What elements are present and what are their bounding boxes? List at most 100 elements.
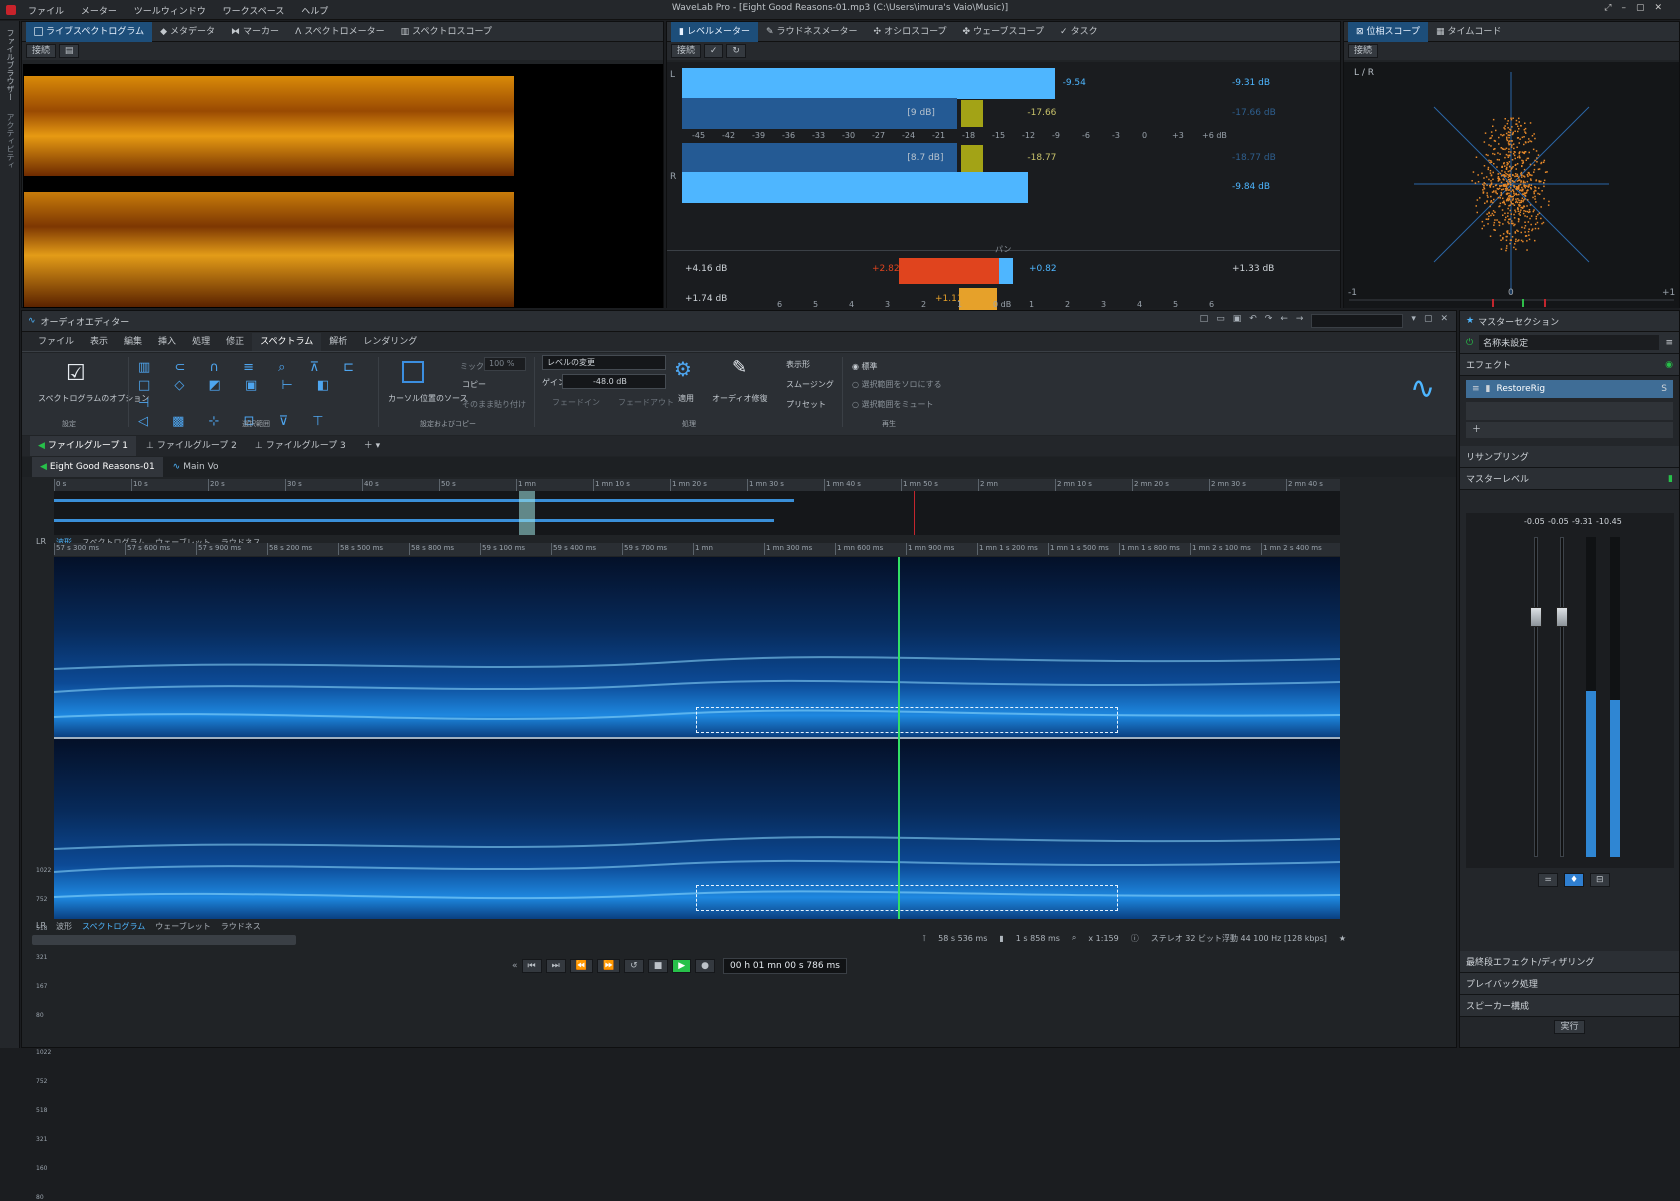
ribbon-tab[interactable]: 解析	[321, 333, 355, 351]
tab-loudness-meter[interactable]: ✎ ラウドネスメーター	[758, 22, 866, 42]
gear-icon[interactable]: ⚙	[674, 357, 692, 381]
star-icon[interactable]: ★	[1339, 934, 1346, 943]
power-icon[interactable]: ⏻	[1466, 338, 1473, 348]
checkmark-large-icon[interactable]: ☑	[66, 361, 86, 386]
minimize-icon[interactable]: –	[1621, 3, 1636, 13]
playback-cursor[interactable]	[898, 557, 900, 919]
ribbon-tab[interactable]: 修正	[218, 333, 252, 351]
speaker-config-row[interactable]: スピーカー構成	[1460, 995, 1679, 1017]
rewind-icon[interactable]: ⏪	[569, 959, 593, 973]
view-tab[interactable]: LR	[36, 537, 46, 549]
master-fader-knob[interactable]	[1530, 607, 1542, 628]
plugin-slot-2[interactable]	[1466, 402, 1673, 420]
fade-in-button[interactable]: フェードイン	[552, 397, 600, 408]
add-group-button[interactable]: ＋ ▾	[356, 436, 388, 456]
master-fader-knob[interactable]	[1556, 607, 1568, 628]
connect-button[interactable]: 接続	[671, 44, 702, 58]
plugin-slot-1[interactable]: ≡ ▮ RestoreRig S	[1466, 380, 1673, 398]
undo-icon[interactable]: ↶	[1249, 314, 1257, 328]
audio-repair-button[interactable]: オーディオ修復	[712, 393, 767, 404]
tab-file-eight-good-reasons[interactable]: ◀ Eight Good Reasons-01	[32, 457, 163, 477]
new-file-icon[interactable]: □	[1200, 314, 1209, 328]
ribbon-tab[interactable]: 編集	[116, 333, 150, 351]
maximize-icon[interactable]: ▢	[1636, 3, 1655, 13]
solo-icon[interactable]: S	[1661, 384, 1667, 394]
tab-spectroscope[interactable]: ▥ スペクトロスコープ	[393, 22, 500, 42]
close-panel-icon[interactable]: ✕	[1440, 314, 1448, 328]
file-browser-tab[interactable]: ファイルブラウザー	[5, 29, 16, 101]
tab-live-spectrogram[interactable]: ライブスペクトログラム	[26, 21, 153, 42]
dropdown-icon[interactable]: ▾	[1411, 314, 1416, 328]
tab-oscilloscope[interactable]: ✣ オシロスコープ	[866, 22, 955, 42]
ribbon-tab[interactable]: スペクトラム	[252, 333, 322, 351]
preset-name[interactable]: 名称未設定	[1479, 335, 1660, 350]
tab-timecode[interactable]: ▦ タイムコード	[1428, 22, 1509, 42]
playback-processing-row[interactable]: プレイバック処理	[1460, 973, 1679, 995]
lock-icon[interactable]: ⊟	[1590, 873, 1610, 887]
back-icon[interactable]: ←	[1280, 314, 1288, 328]
loop-icon[interactable]: ↺	[624, 959, 644, 973]
fast-forward-icon[interactable]: ⏩	[596, 959, 621, 973]
transport-collapse-icon[interactable]: «	[512, 961, 518, 971]
play-icon[interactable]: ▶	[672, 959, 692, 973]
spectrum-options-button[interactable]: スペクトログラムのオプション	[38, 393, 149, 404]
ribbon-tab[interactable]: ファイル	[30, 333, 82, 351]
add-plugin-button[interactable]: ＋	[1466, 422, 1673, 438]
view-tab[interactable]: ウェーブレット	[155, 921, 211, 933]
spectral-selection-right[interactable]	[696, 885, 1118, 911]
ribbon-tab[interactable]: 処理	[184, 333, 218, 351]
render-button[interactable]: 実行	[1554, 1020, 1585, 1034]
open-folder-icon[interactable]: ▭	[1216, 314, 1225, 328]
go-to-end-icon[interactable]: ⏭	[545, 959, 566, 973]
view-tab[interactable]: スペクトログラム	[82, 921, 145, 933]
go-to-start-icon[interactable]: ⏮	[521, 959, 542, 973]
apply-button[interactable]: 適用	[678, 393, 694, 404]
restore-icon[interactable]: ⤢	[1604, 3, 1621, 13]
zoom-level[interactable]: x 1:159	[1088, 934, 1118, 943]
link-icon[interactable]: =	[1538, 873, 1558, 887]
settings-icon[interactable]: ▤	[58, 44, 80, 58]
save-icon[interactable]: ▣	[1233, 314, 1242, 328]
view-tab[interactable]: ラウドネス	[221, 921, 261, 933]
process-select[interactable]: レベルの変更	[542, 355, 666, 370]
mix-input[interactable]: 100 %	[484, 357, 526, 371]
effects-toggle-icon[interactable]: ◉	[1665, 360, 1673, 370]
cursor-source-icon[interactable]	[402, 361, 424, 383]
play-option-standard[interactable]: ◉ 標準	[852, 361, 878, 372]
tab-file-group-1[interactable]: ◀ ファイルグループ 1	[30, 436, 136, 456]
preset-button[interactable]: プリセット	[786, 399, 826, 410]
checkmark-icon[interactable]: ✓	[703, 44, 724, 58]
redo-icon[interactable]: ↷	[1265, 314, 1273, 328]
ribbon-tab[interactable]: 表示	[82, 333, 116, 351]
fade-out-button[interactable]: フェードアウト	[618, 397, 674, 408]
selection-length[interactable]: 1 s 858 ms	[1016, 934, 1060, 943]
view-tab[interactable]: 波形	[56, 921, 72, 933]
cursor-source-button[interactable]: カーソル位置のソース	[388, 393, 468, 404]
selection-tools[interactable]: ▥ ⊂ ∩ ≡ ⌕ ⊼ ⊏ □ ◇ ◩ ▣ ⊢ ◧ ⊣ ◁ ▩ ⊹ ⊡ ⊽ ⊤	[138, 359, 368, 429]
reset-icon[interactable]: ↻	[726, 44, 746, 58]
connect-button[interactable]: 接続	[1348, 44, 1379, 58]
history-dropdown[interactable]	[1311, 314, 1404, 328]
overview-visible-range[interactable]	[519, 491, 535, 535]
record-icon[interactable]: ●	[695, 959, 716, 973]
paste-button[interactable]: そのまま貼り付け	[462, 399, 526, 410]
play-option-solo[interactable]: ○ 選択範囲をソロにする	[852, 379, 942, 390]
tab-file-group-2[interactable]: ⊥ ファイルグループ 2	[138, 436, 245, 456]
smoothing-button[interactable]: スムージング	[786, 379, 834, 390]
tab-spectrometer[interactable]: Λ スペクトロメーター	[287, 22, 393, 42]
tab-metadata[interactable]: ◆ メタデータ	[152, 22, 223, 42]
view-tab[interactable]: LR	[36, 921, 46, 933]
stop-icon[interactable]: ■	[647, 959, 669, 973]
maximize-panel-icon[interactable]: ▢	[1424, 314, 1433, 328]
timecode-display[interactable]: 00 h 01 mn 00 s 786 ms	[723, 958, 847, 974]
ribbon-tab[interactable]: レンダリング	[355, 333, 425, 351]
master-level-toggle-icon[interactable]: ▮	[1668, 474, 1673, 484]
final-effects-row[interactable]: 最終段エフェクト/ディザリング	[1460, 951, 1679, 973]
horizontal-zoom-slider[interactable]	[32, 935, 296, 945]
spectral-selection-left[interactable]	[696, 707, 1118, 733]
tab-level-meter[interactable]: ▮ レベルメーター	[671, 21, 758, 42]
tab-task[interactable]: ✓ タスク	[1052, 22, 1106, 42]
tab-marker[interactable]: ⧓ マーカー	[223, 22, 287, 42]
repair-brush-icon[interactable]: ✎	[732, 357, 747, 378]
tab-file-main-vo[interactable]: ∿ Main Vo	[165, 457, 227, 477]
